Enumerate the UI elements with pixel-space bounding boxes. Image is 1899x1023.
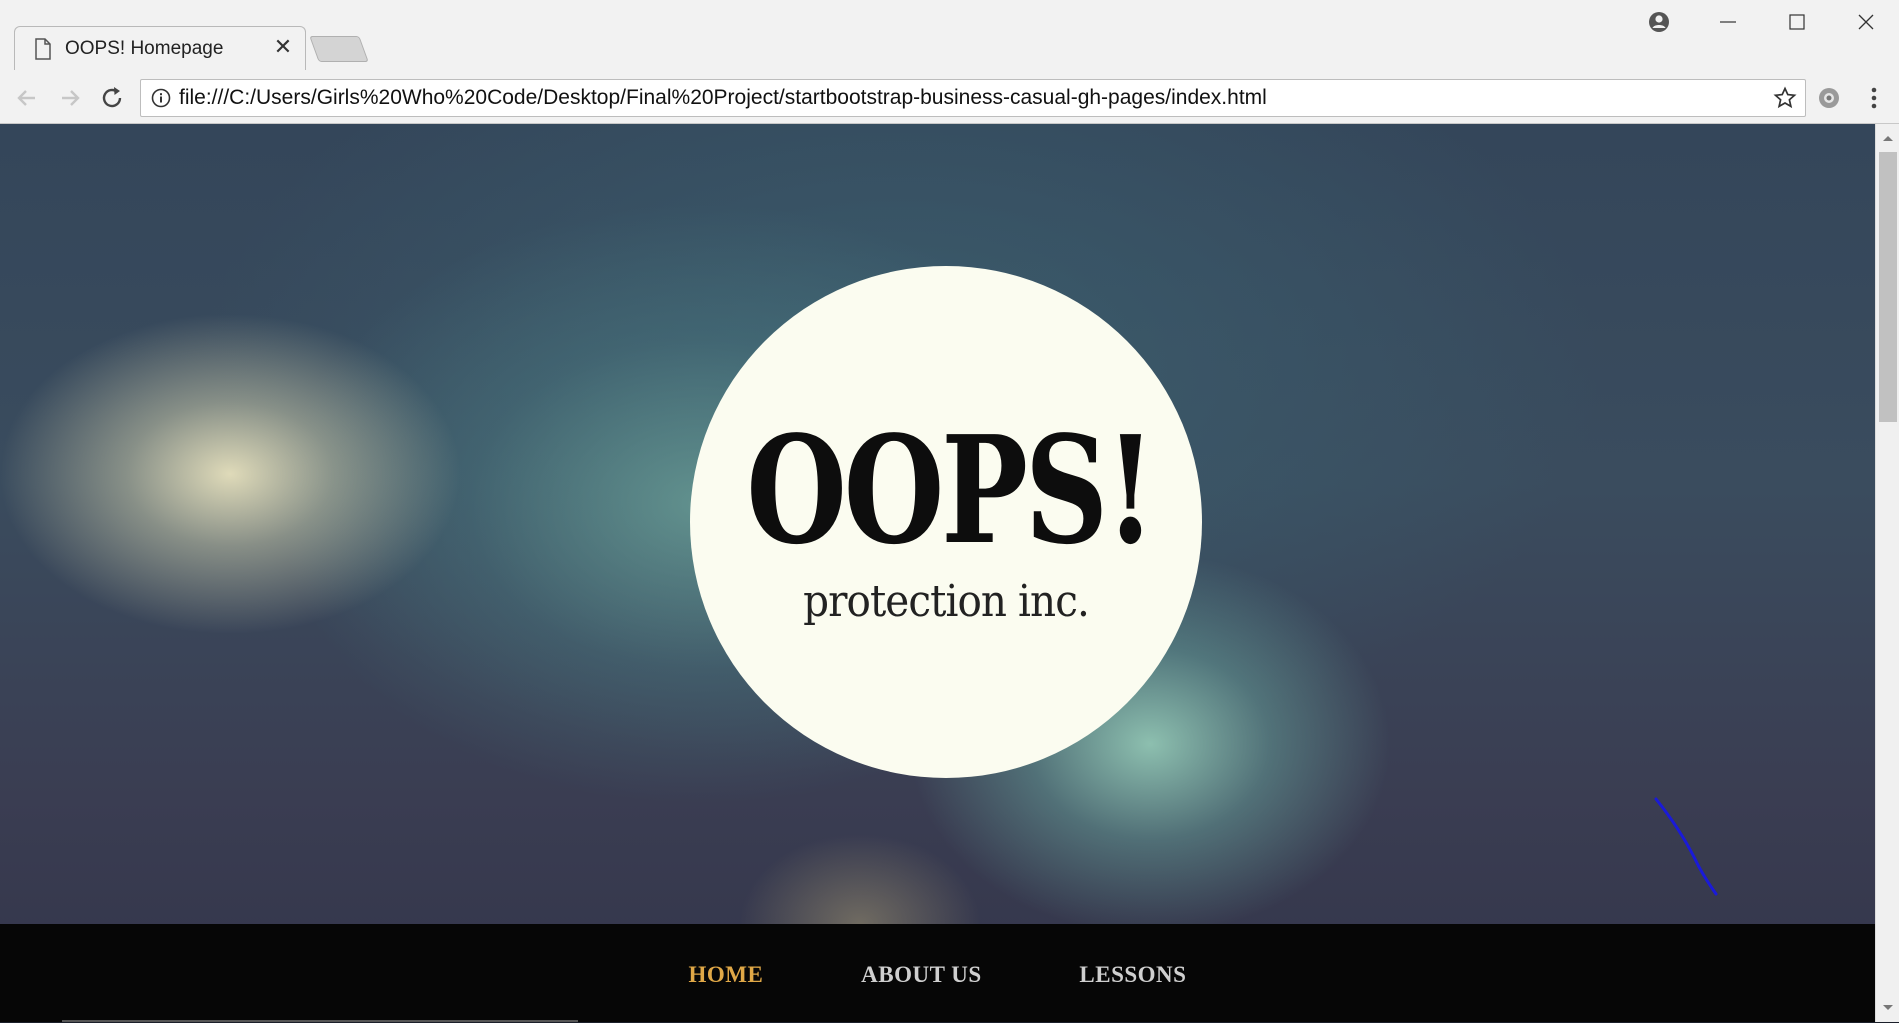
scroll-thumb[interactable]: [1879, 152, 1897, 422]
scroll-down-arrow-icon[interactable]: [1876, 998, 1899, 1018]
extension-icon[interactable]: [1813, 82, 1845, 114]
address-bar[interactable]: file:///C:/Users/Girls%20Who%20Code/Desk…: [140, 79, 1806, 117]
pen-stroke-mark: [1654, 797, 1718, 896]
reload-icon[interactable]: [96, 82, 128, 114]
browser-toolbar: file:///C:/Users/Girls%20Who%20Code/Desk…: [0, 70, 1899, 124]
close-window-icon[interactable]: [1846, 6, 1886, 38]
close-icon[interactable]: ✕: [271, 34, 295, 59]
logo-subtitle: protection inc.: [803, 576, 1090, 627]
new-tab-button[interactable]: [309, 36, 369, 62]
tab-title: OOPS! Homepage: [65, 38, 224, 59]
site-navbar: Home About Us Lessons: [0, 924, 1875, 1022]
scroll-up-arrow-icon[interactable]: [1876, 128, 1899, 148]
nav-home[interactable]: Home: [689, 962, 764, 988]
forward-arrow-icon[interactable]: [54, 82, 86, 114]
menu-dots-icon[interactable]: [1858, 82, 1890, 114]
browser-tab[interactable]: OOPS! Homepage ✕: [14, 26, 306, 71]
page-viewport: OOPS! protection inc. Home About Us Less…: [0, 124, 1875, 1022]
info-icon[interactable]: [151, 88, 171, 108]
browser-titlebar: OOPS! Homepage ✕: [0, 0, 1899, 71]
star-icon[interactable]: [1773, 86, 1797, 110]
page-scrollbar[interactable]: [1875, 124, 1899, 1022]
nav-lessons[interactable]: Lessons: [1079, 962, 1186, 988]
nav-about-us[interactable]: About Us: [861, 962, 982, 988]
minimize-icon[interactable]: [1708, 6, 1748, 38]
nav-links: Home About Us Lessons: [0, 962, 1875, 988]
maximize-icon[interactable]: [1777, 6, 1817, 38]
logo-title: OOPS!: [746, 403, 1155, 577]
page-icon: [35, 38, 51, 60]
logo: OOPS! protection inc.: [690, 266, 1202, 778]
profile-icon[interactable]: [1639, 6, 1679, 38]
back-arrow-icon[interactable]: [11, 82, 43, 114]
address-url: file:///C:/Users/Girls%20Who%20Code/Desk…: [179, 86, 1267, 109]
